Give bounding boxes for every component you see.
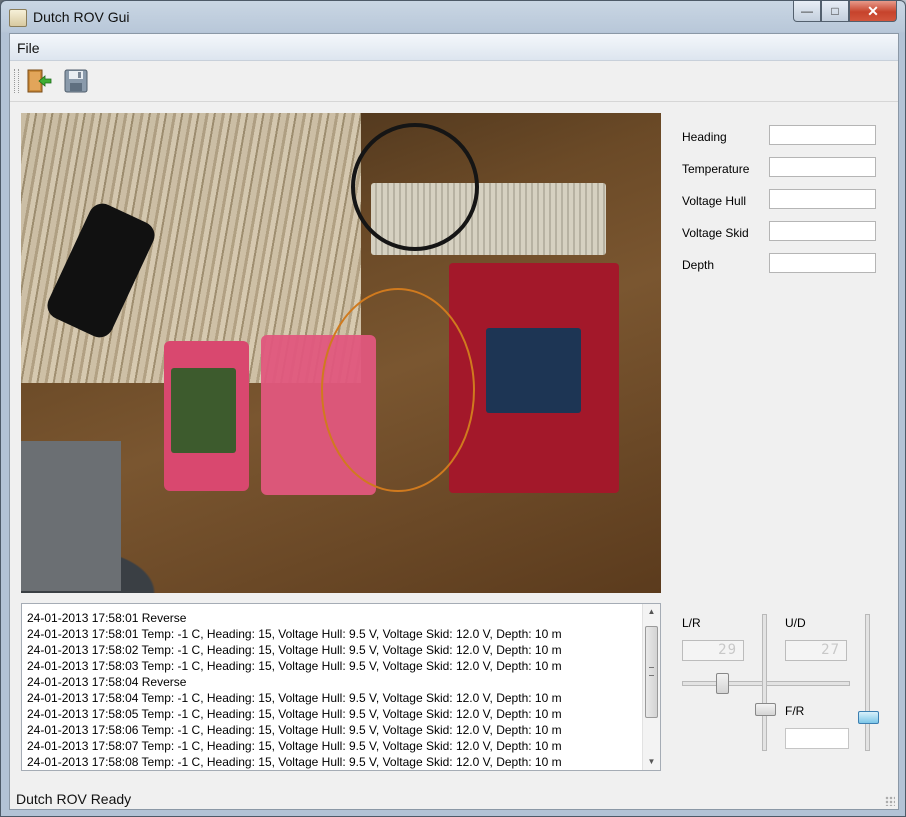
ud-slider-thumb[interactable]: [755, 703, 776, 716]
log-line: 24-01-2013 17:58:08 Temp: -1 C, Heading:…: [27, 755, 562, 769]
save-button[interactable]: [62, 67, 90, 95]
depth-label: Depth: [682, 258, 715, 272]
temperature-label: Temperature: [682, 162, 750, 176]
log-lines: 24-01-2013 17:58:01 Reverse 24-01-2013 1…: [27, 610, 640, 770]
camera-feed: [21, 113, 661, 593]
fr-slider-track[interactable]: [865, 614, 870, 751]
voltage-skid-label: Voltage Skid: [682, 226, 749, 240]
log-line: 24-01-2013 17:58:04 Temp: -1 C, Heading:…: [27, 691, 562, 705]
ud-lcd-display: 27: [785, 640, 847, 661]
log-line: 24-01-2013 17:58:03 Temp: -1 C, Heading:…: [27, 659, 562, 673]
log-line: 24-01-2013 17:58:06 Temp: -1 C, Heading:…: [27, 723, 562, 737]
window-controls: — □ ✕: [793, 1, 897, 23]
status-bar: Dutch ROV Ready: [10, 785, 898, 809]
temperature-field[interactable]: [769, 157, 876, 177]
voltage-skid-field[interactable]: [769, 221, 876, 241]
depth-field[interactable]: [769, 253, 876, 273]
log-line: 24-01-2013 17:58:04 Reverse: [27, 675, 187, 689]
voltage-hull-field[interactable]: [769, 189, 876, 209]
log-line: 24-01-2013 17:58:05 Temp: -1 C, Heading:…: [27, 707, 562, 721]
fr-slider-thumb[interactable]: [858, 711, 879, 724]
log-scroll-thumb[interactable]: [645, 626, 658, 718]
toolbar: [10, 61, 898, 102]
camera-raspberry-pi: [171, 368, 236, 453]
client-area: File Heading Temperature Voltage Hull Vo…: [9, 33, 899, 810]
fr-label: F/R: [785, 704, 805, 718]
maximize-button[interactable]: □: [821, 1, 849, 22]
voltage-hull-label: Voltage Hull: [682, 194, 747, 208]
exit-door-icon: [27, 69, 52, 93]
lr-slider-thumb[interactable]: [716, 673, 729, 694]
lr-label: L/R: [682, 616, 701, 630]
floppy-disk-save-icon: [64, 69, 88, 93]
heading-label: Heading: [682, 130, 727, 144]
camera-wire-black: [351, 123, 479, 251]
toolbar-grip[interactable]: [14, 69, 19, 93]
menu-file[interactable]: File: [17, 40, 40, 56]
log-line: 24-01-2013 17:58:01 Temp: -1 C, Heading:…: [27, 627, 562, 641]
fr-field[interactable]: [785, 728, 849, 749]
camera-grey-box: [21, 441, 121, 591]
camera-arduino: [486, 328, 581, 413]
title-bar[interactable]: Dutch ROV Gui — □ ✕: [1, 1, 905, 33]
log-line: 24-01-2013 17:58:07 Temp: -1 C, Heading:…: [27, 739, 562, 753]
main-window: Dutch ROV Gui — □ ✕ File Heading Tempera…: [0, 0, 906, 817]
ud-slider-track[interactable]: [762, 614, 767, 751]
minimize-button[interactable]: —: [793, 1, 821, 22]
log-line: 24-01-2013 17:58:02 Temp: -1 C, Heading:…: [27, 643, 562, 657]
status-text: Dutch ROV Ready: [16, 791, 132, 807]
camera-wire: [321, 288, 475, 492]
app-icon: [9, 9, 27, 27]
log-scrollbar[interactable]: ▲ ▼: [642, 604, 660, 770]
log-line: 24-01-2013 17:58:01 Reverse: [27, 611, 187, 625]
ud-label: U/D: [785, 616, 806, 630]
lr-lcd-display: 29: [682, 640, 744, 661]
scroll-down-arrow-icon[interactable]: ▼: [643, 754, 660, 770]
close-button[interactable]: ✕: [849, 1, 897, 22]
scroll-up-arrow-icon[interactable]: ▲: [643, 604, 660, 620]
exit-button[interactable]: [25, 67, 53, 95]
log-output[interactable]: 24-01-2013 17:58:01 Reverse 24-01-2013 1…: [21, 603, 661, 771]
resize-grip-icon[interactable]: [885, 796, 895, 806]
menu-bar: File: [10, 34, 898, 61]
window-title: Dutch ROV Gui: [33, 9, 130, 25]
heading-field[interactable]: [769, 125, 876, 145]
